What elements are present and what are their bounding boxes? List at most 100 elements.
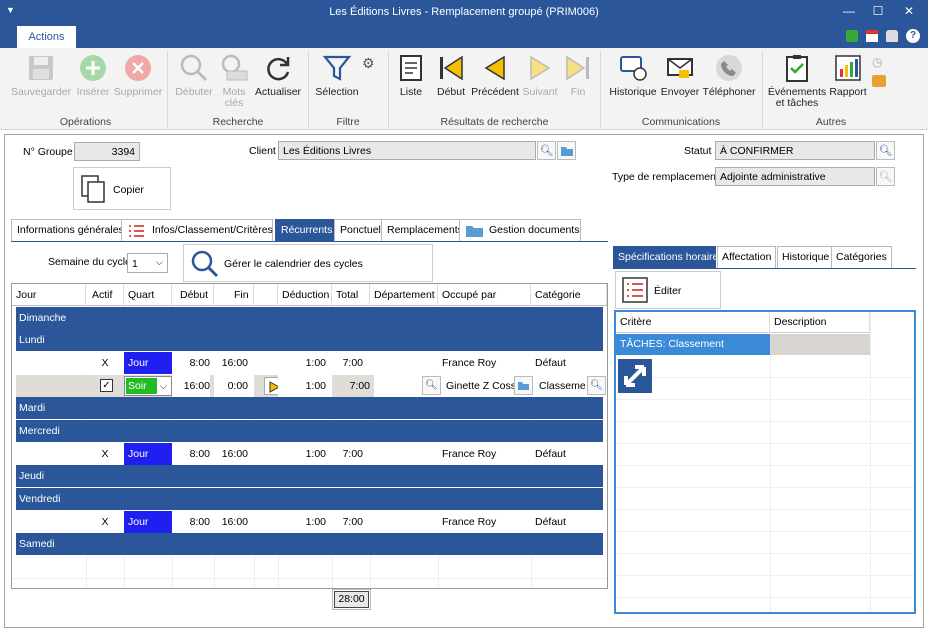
edit-button[interactable]: Éditer bbox=[615, 271, 721, 309]
client-label: Client bbox=[249, 145, 276, 157]
client-open-button[interactable] bbox=[557, 141, 576, 160]
column-header-criterion[interactable]: Critère bbox=[616, 312, 770, 333]
column-header-day[interactable]: Jour bbox=[12, 284, 86, 306]
help-icon[interactable]: ? bbox=[906, 29, 920, 43]
column-header-occupied-by[interactable]: Occupé par bbox=[438, 284, 531, 306]
cycle-week-select[interactable]: 1 ⌵ bbox=[127, 253, 168, 273]
grid-line bbox=[770, 355, 771, 612]
table-row-selected[interactable]: ✓ Soir ⌵ 16:00 0:00 1:00 7:00 🔍︎ Ginette… bbox=[16, 375, 607, 397]
tab-categories[interactable]: Catégories bbox=[831, 246, 892, 268]
replacement-type-search-button[interactable]: 🔍︎ bbox=[876, 167, 895, 186]
group-label-results: Résultats de recherche bbox=[440, 116, 549, 128]
day-row-thursday[interactable]: Jeudi bbox=[16, 465, 603, 487]
column-header-description[interactable]: Description bbox=[770, 312, 870, 333]
last-button[interactable]: Fin bbox=[560, 52, 596, 98]
clipboard-check-icon bbox=[781, 52, 813, 84]
category-field[interactable]: Classement 🔍︎ bbox=[535, 375, 607, 397]
day-row-tuesday[interactable]: Mardi bbox=[16, 397, 603, 419]
active-checkbox[interactable]: ✓ bbox=[100, 379, 113, 392]
status-field[interactable]: À CONFIRMER bbox=[715, 141, 875, 160]
tab-punctual[interactable]: Ponctuel bbox=[334, 219, 387, 241]
status-search-button[interactable]: 🔍︎ bbox=[876, 141, 895, 160]
history-chat-icon bbox=[617, 52, 649, 84]
criteria-description-cell[interactable] bbox=[770, 334, 870, 355]
tab-assignment[interactable]: Affectation bbox=[717, 246, 777, 268]
close-button[interactable]: ✕ bbox=[894, 1, 924, 23]
category-search-button[interactable]: 🔍︎ bbox=[587, 376, 606, 395]
group-number-field[interactable]: 3394 bbox=[74, 142, 140, 161]
shift-badge[interactable]: Jour bbox=[124, 511, 172, 533]
start-search-button[interactable]: Débuter bbox=[172, 52, 216, 98]
delete-button[interactable]: Supprimer bbox=[113, 52, 163, 98]
copy-button[interactable]: Copier bbox=[73, 167, 171, 210]
column-header-deduction[interactable]: Déduction bbox=[278, 284, 332, 306]
column-header-active[interactable]: Actif bbox=[86, 284, 124, 306]
insert-button[interactable]: Insérer bbox=[73, 52, 113, 98]
manage-cycle-calendar-button[interactable]: Gérer le calendrier des cycles bbox=[183, 244, 433, 282]
column-header-total[interactable]: Total bbox=[332, 284, 370, 306]
department-field[interactable]: 🔍︎ bbox=[374, 375, 442, 397]
day-row-wednesday[interactable]: Mercredi bbox=[16, 420, 603, 442]
list-document-icon bbox=[395, 52, 427, 84]
next-button[interactable]: Suivant bbox=[520, 52, 560, 98]
client-field[interactable]: Les Éditions Livres bbox=[278, 141, 536, 160]
shift-badge[interactable]: Jour bbox=[124, 352, 172, 374]
maximize-button[interactable]: ☐ bbox=[863, 1, 893, 23]
calendar-icon[interactable] bbox=[866, 30, 878, 42]
grid-line bbox=[616, 421, 914, 422]
replacement-type-field[interactable]: Adjointe administrative bbox=[715, 167, 875, 186]
shift-select[interactable]: Soir ⌵ bbox=[124, 376, 172, 396]
report-button[interactable]: Rapport bbox=[826, 52, 870, 98]
selection-filter-button[interactable]: Sélection bbox=[312, 52, 362, 98]
column-header-end[interactable]: Fin bbox=[214, 284, 254, 306]
history-button[interactable]: Historique bbox=[606, 52, 660, 98]
grid-line bbox=[616, 531, 914, 532]
minimize-button[interactable]: — bbox=[834, 1, 864, 23]
tab-replacements[interactable]: Remplacements bbox=[381, 219, 469, 241]
save-button[interactable]: Sauvegarder bbox=[8, 52, 74, 98]
phone-button[interactable]: Téléphoner bbox=[700, 52, 758, 98]
day-row-sunday[interactable]: Dimanche bbox=[16, 307, 603, 329]
clock-icon[interactable]: ◷ bbox=[872, 55, 882, 69]
day-row-saturday[interactable]: Samedi bbox=[16, 533, 603, 555]
column-header-shift[interactable]: Quart bbox=[124, 284, 172, 306]
lock-icon[interactable] bbox=[886, 30, 898, 42]
shift-badge[interactable]: Jour bbox=[124, 443, 172, 465]
keywords-button[interactable]: Mots clés bbox=[216, 52, 252, 109]
client-search-button[interactable]: 🔍︎ bbox=[537, 141, 556, 160]
day-row-monday[interactable]: Lundi bbox=[16, 329, 603, 351]
filter-settings-gear-icon[interactable]: ⚙ bbox=[362, 55, 375, 72]
tab-schedule-specs[interactable]: Spécifications horaire bbox=[613, 246, 718, 268]
criteria-row-selected[interactable]: TÂCHES: Classement bbox=[616, 334, 770, 355]
grid-line bbox=[870, 312, 871, 612]
events-tasks-button[interactable]: Événements et tâches bbox=[766, 52, 828, 109]
ribbon-tab-actions[interactable]: Actions bbox=[17, 26, 76, 48]
refresh-button[interactable]: Actualiser bbox=[252, 52, 304, 98]
column-header-category[interactable]: Catégorie bbox=[531, 284, 607, 306]
list-edit-icon bbox=[622, 277, 648, 303]
send-button[interactable]: Envoyer bbox=[660, 52, 700, 98]
occupied-by-open-button[interactable] bbox=[514, 376, 533, 395]
expand-resize-icon[interactable] bbox=[618, 359, 652, 393]
table-row[interactable]: X Jour 8:00 16:00 1:00 7:00 France Roy D… bbox=[16, 443, 603, 465]
department-search-button[interactable]: 🔍︎ bbox=[422, 376, 441, 395]
tab-history[interactable]: Historique bbox=[777, 246, 835, 268]
grid-line bbox=[616, 553, 914, 554]
previous-arrow-icon bbox=[479, 52, 511, 84]
last-record-icon bbox=[562, 52, 594, 84]
tab-general-info[interactable]: Informations générales bbox=[11, 219, 130, 241]
table-row[interactable]: X Jour 8:00 16:00 1:00 7:00 France Roy D… bbox=[16, 352, 603, 374]
tab-document-management[interactable]: Gestion documents bbox=[459, 219, 581, 241]
occupied-by-field[interactable]: Ginette Z Cossi bbox=[442, 375, 535, 397]
money-icon[interactable] bbox=[872, 75, 886, 87]
table-row[interactable]: X Jour 8:00 16:00 1:00 7:00 France Roy D… bbox=[16, 511, 603, 533]
list-button[interactable]: Liste bbox=[394, 52, 428, 98]
calculator-icon[interactable] bbox=[846, 30, 858, 42]
previous-button[interactable]: Précédent bbox=[470, 52, 520, 98]
day-row-friday[interactable]: Vendredi bbox=[16, 488, 603, 510]
tab-recurring[interactable]: Récurrents bbox=[275, 219, 339, 241]
column-header-department[interactable]: Département bbox=[370, 284, 438, 306]
tab-classification[interactable]: Infos/Classement/Critères bbox=[121, 219, 273, 241]
first-button[interactable]: Début bbox=[433, 52, 469, 98]
column-header-start[interactable]: Début bbox=[172, 284, 214, 306]
